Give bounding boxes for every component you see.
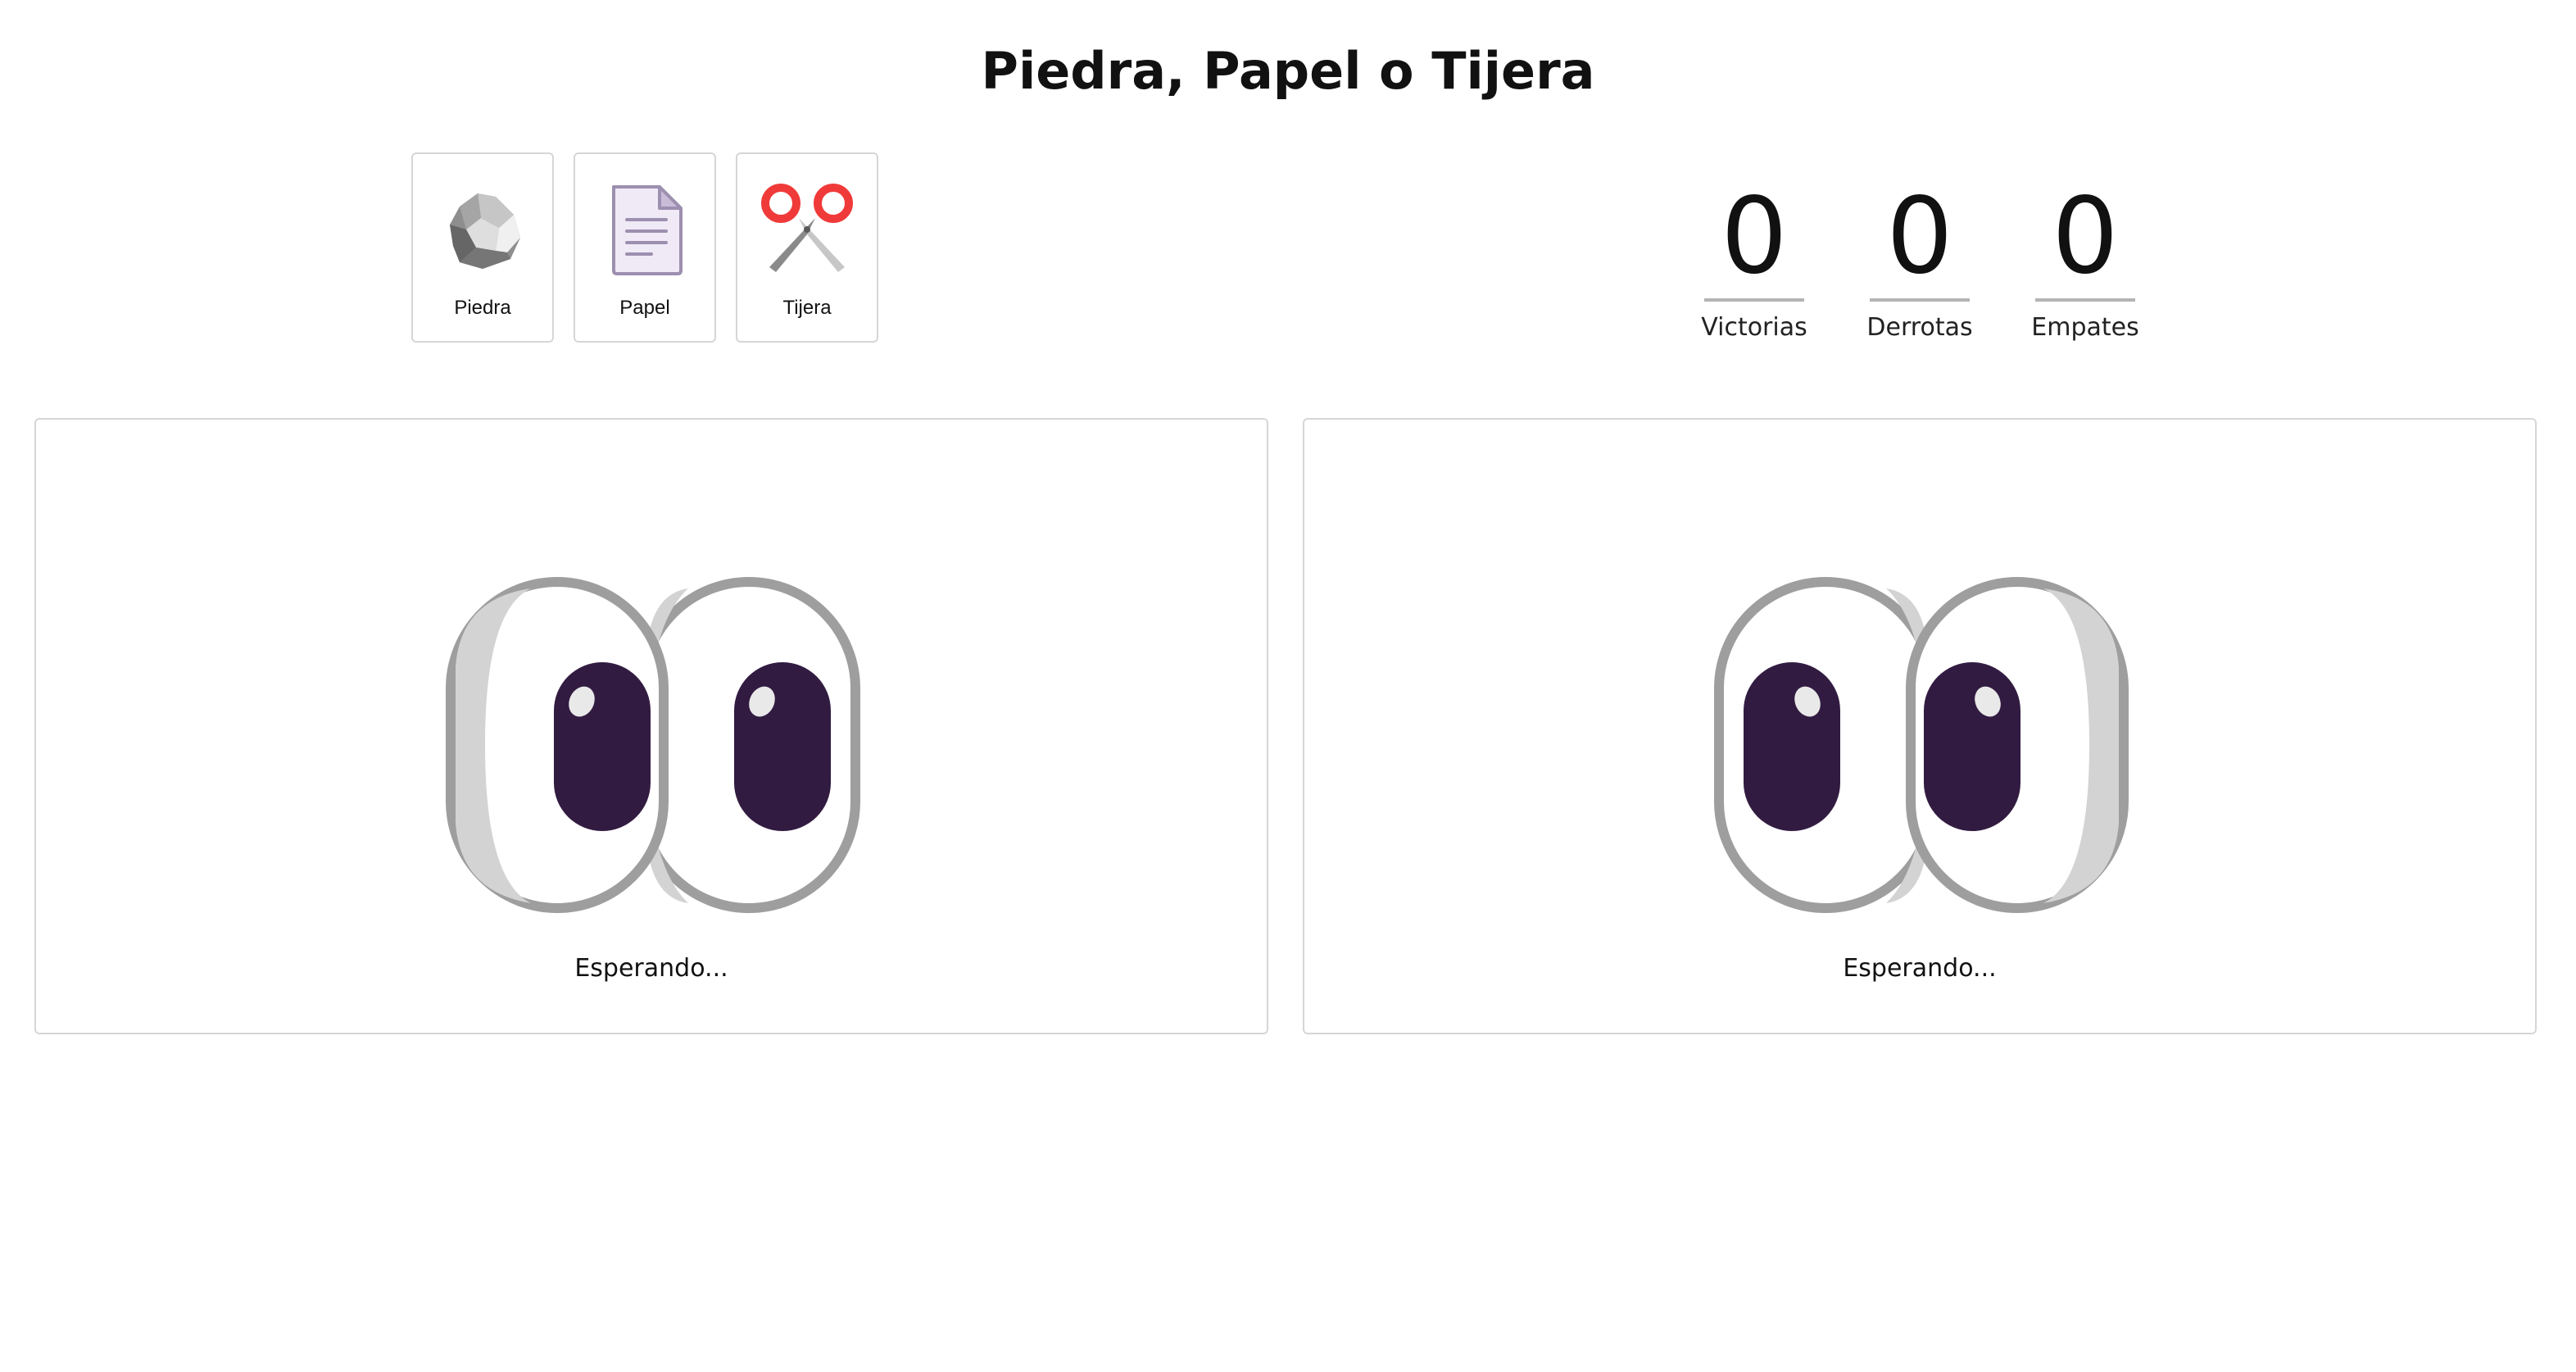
ties-count: 0: [2052, 175, 2119, 298]
choice-buttons: Piedra Papel Tijera: [411, 152, 878, 343]
losses-divider: [1870, 298, 1970, 302]
paper-icon: [597, 182, 692, 277]
losses-count: 0: [1886, 175, 1953, 298]
scissors-icon: [760, 182, 855, 277]
page-title: Piedra, Papel o Tijera: [981, 41, 1595, 101]
player-status: Esperando...: [574, 954, 728, 983]
scissors-label: Tijera: [782, 297, 832, 319]
player-panel: Esperando...: [34, 418, 1268, 1034]
wins-label: Victorias: [1701, 313, 1807, 342]
wins-count: 0: [1721, 175, 1788, 298]
computer-status: Esperando...: [1843, 954, 1997, 983]
scissors-button[interactable]: Tijera: [736, 152, 878, 343]
losses-label: Derrotas: [1866, 313, 1973, 342]
wins-divider: [1704, 298, 1804, 302]
eyes-icon: [1711, 577, 2132, 913]
score-wins: 0 Victorias: [1701, 175, 1807, 344]
ties-divider: [2035, 298, 2135, 302]
paper-label: Papel: [619, 297, 670, 319]
rock-button[interactable]: Piedra: [411, 152, 554, 343]
computer-panel: Esperando...: [1303, 418, 2537, 1034]
rock-icon: [435, 182, 530, 277]
paper-button[interactable]: Papel: [574, 152, 716, 343]
score-losses: 0 Derrotas: [1866, 175, 1972, 344]
rock-label: Piedra: [454, 297, 511, 319]
score-ties: 0 Empates: [2031, 175, 2138, 344]
ties-label: Empates: [2031, 313, 2139, 342]
eyes-icon: [442, 577, 864, 913]
scoreboard: 0 Victorias 0 Derrotas 0 Empates: [1701, 175, 2138, 344]
